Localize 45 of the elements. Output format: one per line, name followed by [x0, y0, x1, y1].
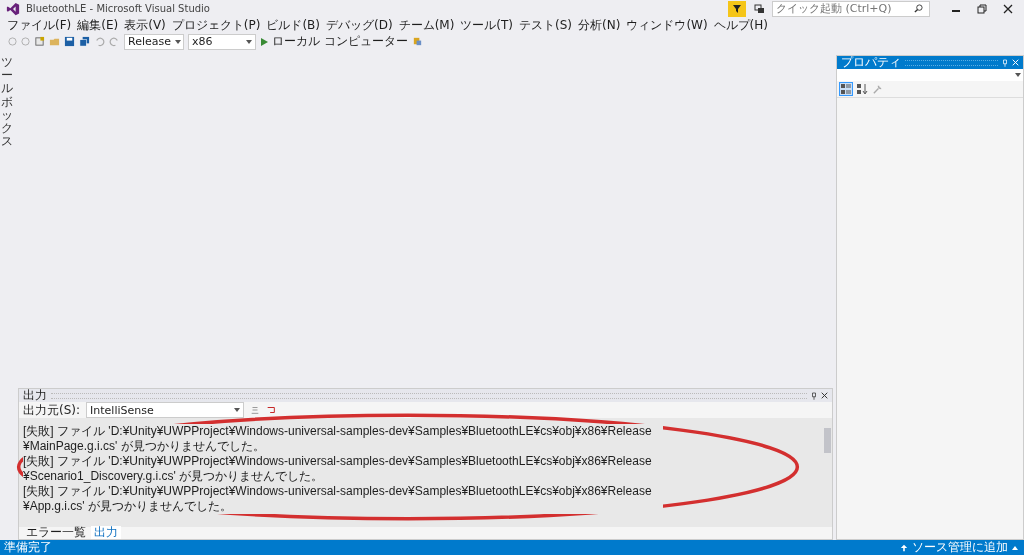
menu-item[interactable]: テスト(S) [516, 16, 576, 34]
toolbox-tab[interactable]: ツールボックス [0, 54, 14, 540]
play-icon[interactable] [260, 37, 268, 46]
configuration-dropdown[interactable]: Release [124, 33, 184, 50]
save-all-icon[interactable] [79, 36, 90, 47]
panel-title: 出力 [23, 387, 47, 404]
menu-item[interactable]: ビルド(B) [263, 16, 323, 34]
source-control-button[interactable]: ソース管理に追加 [912, 539, 1008, 555]
save-icon[interactable] [64, 36, 75, 47]
app-logo-icon [6, 1, 20, 16]
close-icon[interactable] [821, 392, 828, 399]
menu-item[interactable]: 分析(N) [575, 16, 624, 34]
quick-launch-field[interactable]: クイック起動 (Ctrl+Q) [772, 0, 930, 17]
close-icon[interactable] [1003, 3, 1013, 14]
platform-dropdown[interactable]: x86 [188, 33, 256, 50]
menu-item[interactable]: ファイル(F) [4, 16, 75, 34]
menu-item[interactable]: チーム(M) [395, 16, 458, 34]
caret-icon [1015, 73, 1021, 77]
menu-item[interactable]: ヘルプ(H) [710, 16, 771, 34]
restore-icon[interactable] [977, 3, 987, 14]
new-project-icon[interactable] [34, 36, 45, 47]
menu-item[interactable]: ツール(T) [457, 16, 517, 34]
caret-icon[interactable] [1012, 545, 1018, 550]
panel-title: プロパティ [841, 54, 901, 71]
word-wrap-icon[interactable] [266, 405, 277, 415]
menu-item[interactable]: ウィンドウ(W) [623, 16, 711, 34]
status-text: 準備完了 [4, 539, 52, 555]
feedback-flag-icon[interactable] [728, 0, 746, 17]
up-arrow-icon[interactable] [900, 543, 908, 552]
panel-tab[interactable]: 出力 [91, 526, 121, 539]
sort-icon[interactable] [856, 83, 868, 95]
menu-item[interactable]: デバッグ(D) [323, 16, 396, 34]
source-dropdown[interactable]: IntelliSense [86, 402, 245, 418]
source-label: 出力元(S): [23, 401, 81, 419]
panel-tab[interactable]: エラー一覧 [23, 526, 89, 539]
menu-item[interactable]: プロジェクト(P) [168, 16, 264, 34]
search-icon [914, 4, 923, 13]
caret-icon [234, 408, 241, 412]
categorized-icon[interactable] [840, 83, 852, 95]
caret-icon [246, 39, 252, 44]
run-button[interactable]: ローカル コンピューター [272, 33, 408, 50]
menu-item[interactable]: 表示(V) [121, 16, 169, 34]
menu-item[interactable]: 編集(E) [74, 16, 122, 34]
caret-icon [175, 39, 181, 44]
window-title: BluetoothLE - Microsoft Visual Studio [26, 3, 210, 14]
